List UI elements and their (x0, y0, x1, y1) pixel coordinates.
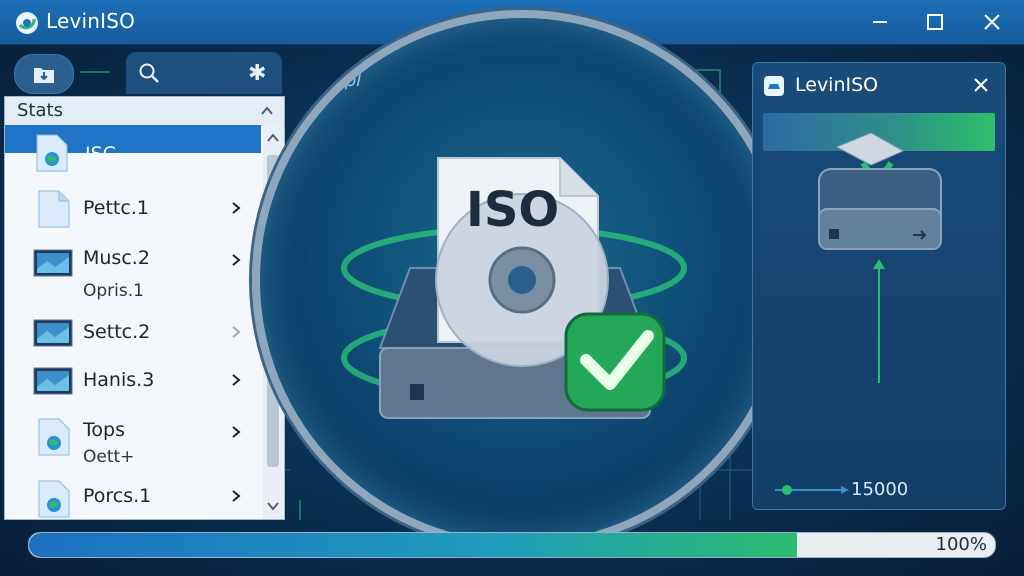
folder-download-icon (34, 68, 54, 83)
list-item[interactable]: Settc.2 (5, 311, 261, 355)
drive-install-illustration (818, 132, 942, 383)
progress-bar: 100% (28, 532, 996, 558)
progress-fill (29, 533, 797, 557)
close-icon[interactable] (971, 75, 991, 95)
maximize-icon (927, 14, 943, 30)
list-item-sublabel: Oett+ (83, 447, 135, 467)
panel-title: LevinISO (795, 74, 879, 96)
sidebar-toolbar: ✱ (6, 52, 283, 96)
iso-label: ISO (466, 182, 560, 238)
progress-label: 100% (935, 534, 987, 555)
list-item-label: Settc.2 (83, 321, 151, 343)
list-item-label: Musc.2 (83, 247, 150, 269)
slider-arrow-icon (775, 485, 849, 495)
minimize-icon (873, 21, 887, 23)
search-icon (139, 63, 159, 83)
drive-led-icon (410, 384, 424, 400)
globe-file-icon (38, 480, 70, 518)
globe-file-icon (38, 418, 70, 456)
maximize-button[interactable] (915, 6, 955, 38)
list-item[interactable]: Tops Oett+ (5, 411, 261, 473)
list-item-label: Pettc.1 (83, 197, 149, 219)
chevron-right-icon[interactable] (229, 325, 243, 339)
list-item[interactable]: Pettc.1 (5, 185, 261, 235)
iso-drive-illustration (341, 157, 687, 419)
list-item[interactable]: Musc.2 Opris.1 (5, 237, 261, 309)
chevron-right-icon[interactable] (229, 373, 243, 387)
chevron-right-icon[interactable] (229, 489, 243, 503)
panel-header-label: Stats (17, 100, 63, 121)
monitor-icon (33, 249, 73, 277)
file-icon (38, 190, 70, 228)
list-item-label: Hanis.3 (83, 369, 155, 391)
globe-file-icon (36, 134, 68, 172)
app-window: LevinISO ✱ Stats ISC Pettc.1 Musc.2 Opri… (0, 0, 1024, 576)
app-title: LevinISO (46, 9, 136, 33)
minimize-button[interactable] (860, 6, 900, 38)
app-logo-icon (764, 76, 784, 96)
list-item-label: ISC (85, 143, 116, 165)
monitor-icon (33, 319, 73, 347)
open-folder-button[interactable] (14, 54, 74, 94)
chevron-right-icon[interactable] (229, 425, 243, 439)
list-item[interactable]: Porcs.1 (5, 475, 261, 519)
info-panel: LevinISO 15000 (752, 62, 1006, 510)
panel-value: 15000 (851, 479, 909, 500)
magnifier-lens: Impl ISO (252, 10, 792, 550)
list-item-sublabel: Opris.1 (83, 281, 144, 301)
list-item[interactable]: ISC (5, 125, 261, 181)
search-box[interactable]: ✱ (126, 52, 282, 94)
close-icon (984, 14, 1000, 30)
panel-header: Stats (5, 97, 284, 126)
list-item[interactable]: Hanis.3 (5, 359, 261, 403)
close-button[interactable] (972, 6, 1012, 38)
chevron-right-icon[interactable] (229, 201, 243, 215)
app-logo-icon (16, 12, 38, 34)
monitor-icon (33, 367, 73, 395)
list-item-label: Tops (83, 419, 125, 441)
chevron-right-icon[interactable] (229, 253, 243, 267)
list-item-label: Porcs.1 (83, 485, 152, 507)
file-list-panel: Stats ISC Pettc.1 Musc.2 Opris.1 Settc.2… (4, 96, 285, 520)
